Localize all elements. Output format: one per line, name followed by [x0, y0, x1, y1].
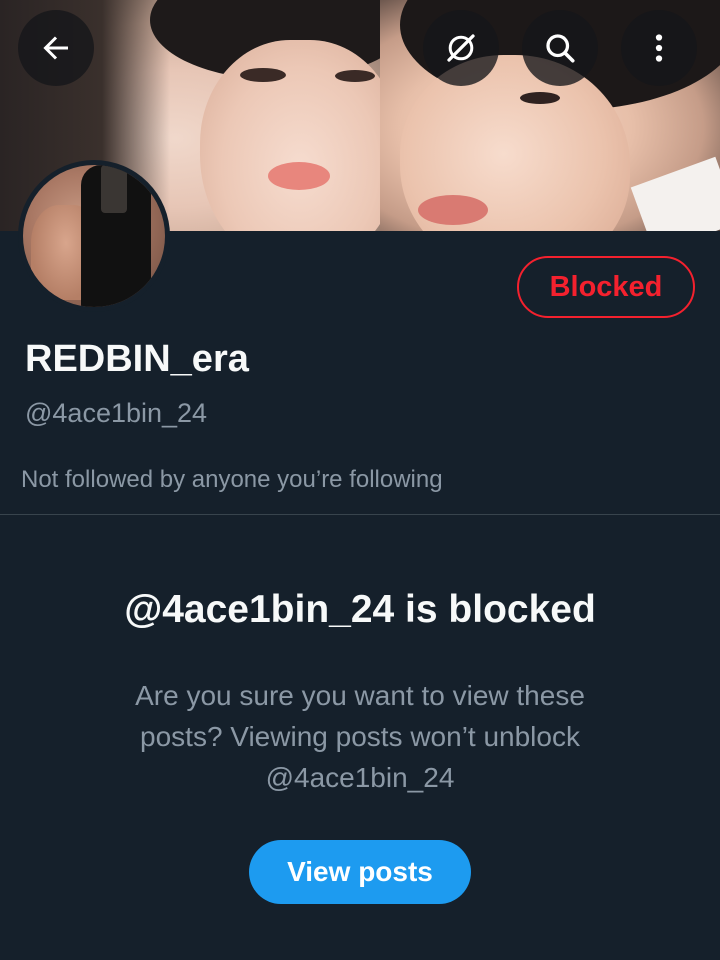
banner-eye	[520, 92, 560, 104]
more-button[interactable]	[621, 10, 697, 86]
banner-lips-right	[418, 195, 488, 225]
avatar-image	[23, 165, 165, 307]
profile-handle: @4ace1bin_24	[25, 398, 208, 428]
followed-by-text: Not followed by anyone you’re following	[21, 466, 443, 493]
view-posts-button[interactable]: View posts	[249, 840, 471, 904]
banner-eye	[335, 70, 375, 82]
profile-display-name: REDBIN_era	[25, 338, 249, 380]
grok-icon	[447, 34, 475, 62]
banner-face-left	[200, 40, 400, 231]
grok-button[interactable]	[423, 10, 499, 86]
avatar[interactable]	[18, 160, 170, 312]
blocked-notice-title: @4ace1bin_24 is blocked	[124, 588, 596, 631]
search-button[interactable]	[522, 10, 598, 86]
blocked-notice-line: @4ace1bin_24	[265, 762, 455, 793]
blocked-notice-line: Are you sure you want to view these	[135, 680, 585, 711]
blocked-button[interactable]: Blocked	[517, 256, 695, 318]
banner-lips-left	[268, 162, 330, 190]
profile-page: Blocked REDBIN_era @4ace1bin_24 Not foll…	[0, 0, 720, 960]
banner-eye	[240, 68, 286, 82]
search-icon	[546, 34, 575, 63]
blocked-notice-description: Are you sure you want to view these post…	[90, 675, 630, 798]
blocked-notice-line: posts? Viewing posts won’t unblock	[140, 721, 580, 752]
divider	[0, 514, 720, 515]
back-button[interactable]	[18, 10, 94, 86]
avatar-phone	[101, 165, 127, 213]
back-arrow-icon	[43, 36, 68, 60]
more-vertical-icon	[655, 34, 663, 62]
